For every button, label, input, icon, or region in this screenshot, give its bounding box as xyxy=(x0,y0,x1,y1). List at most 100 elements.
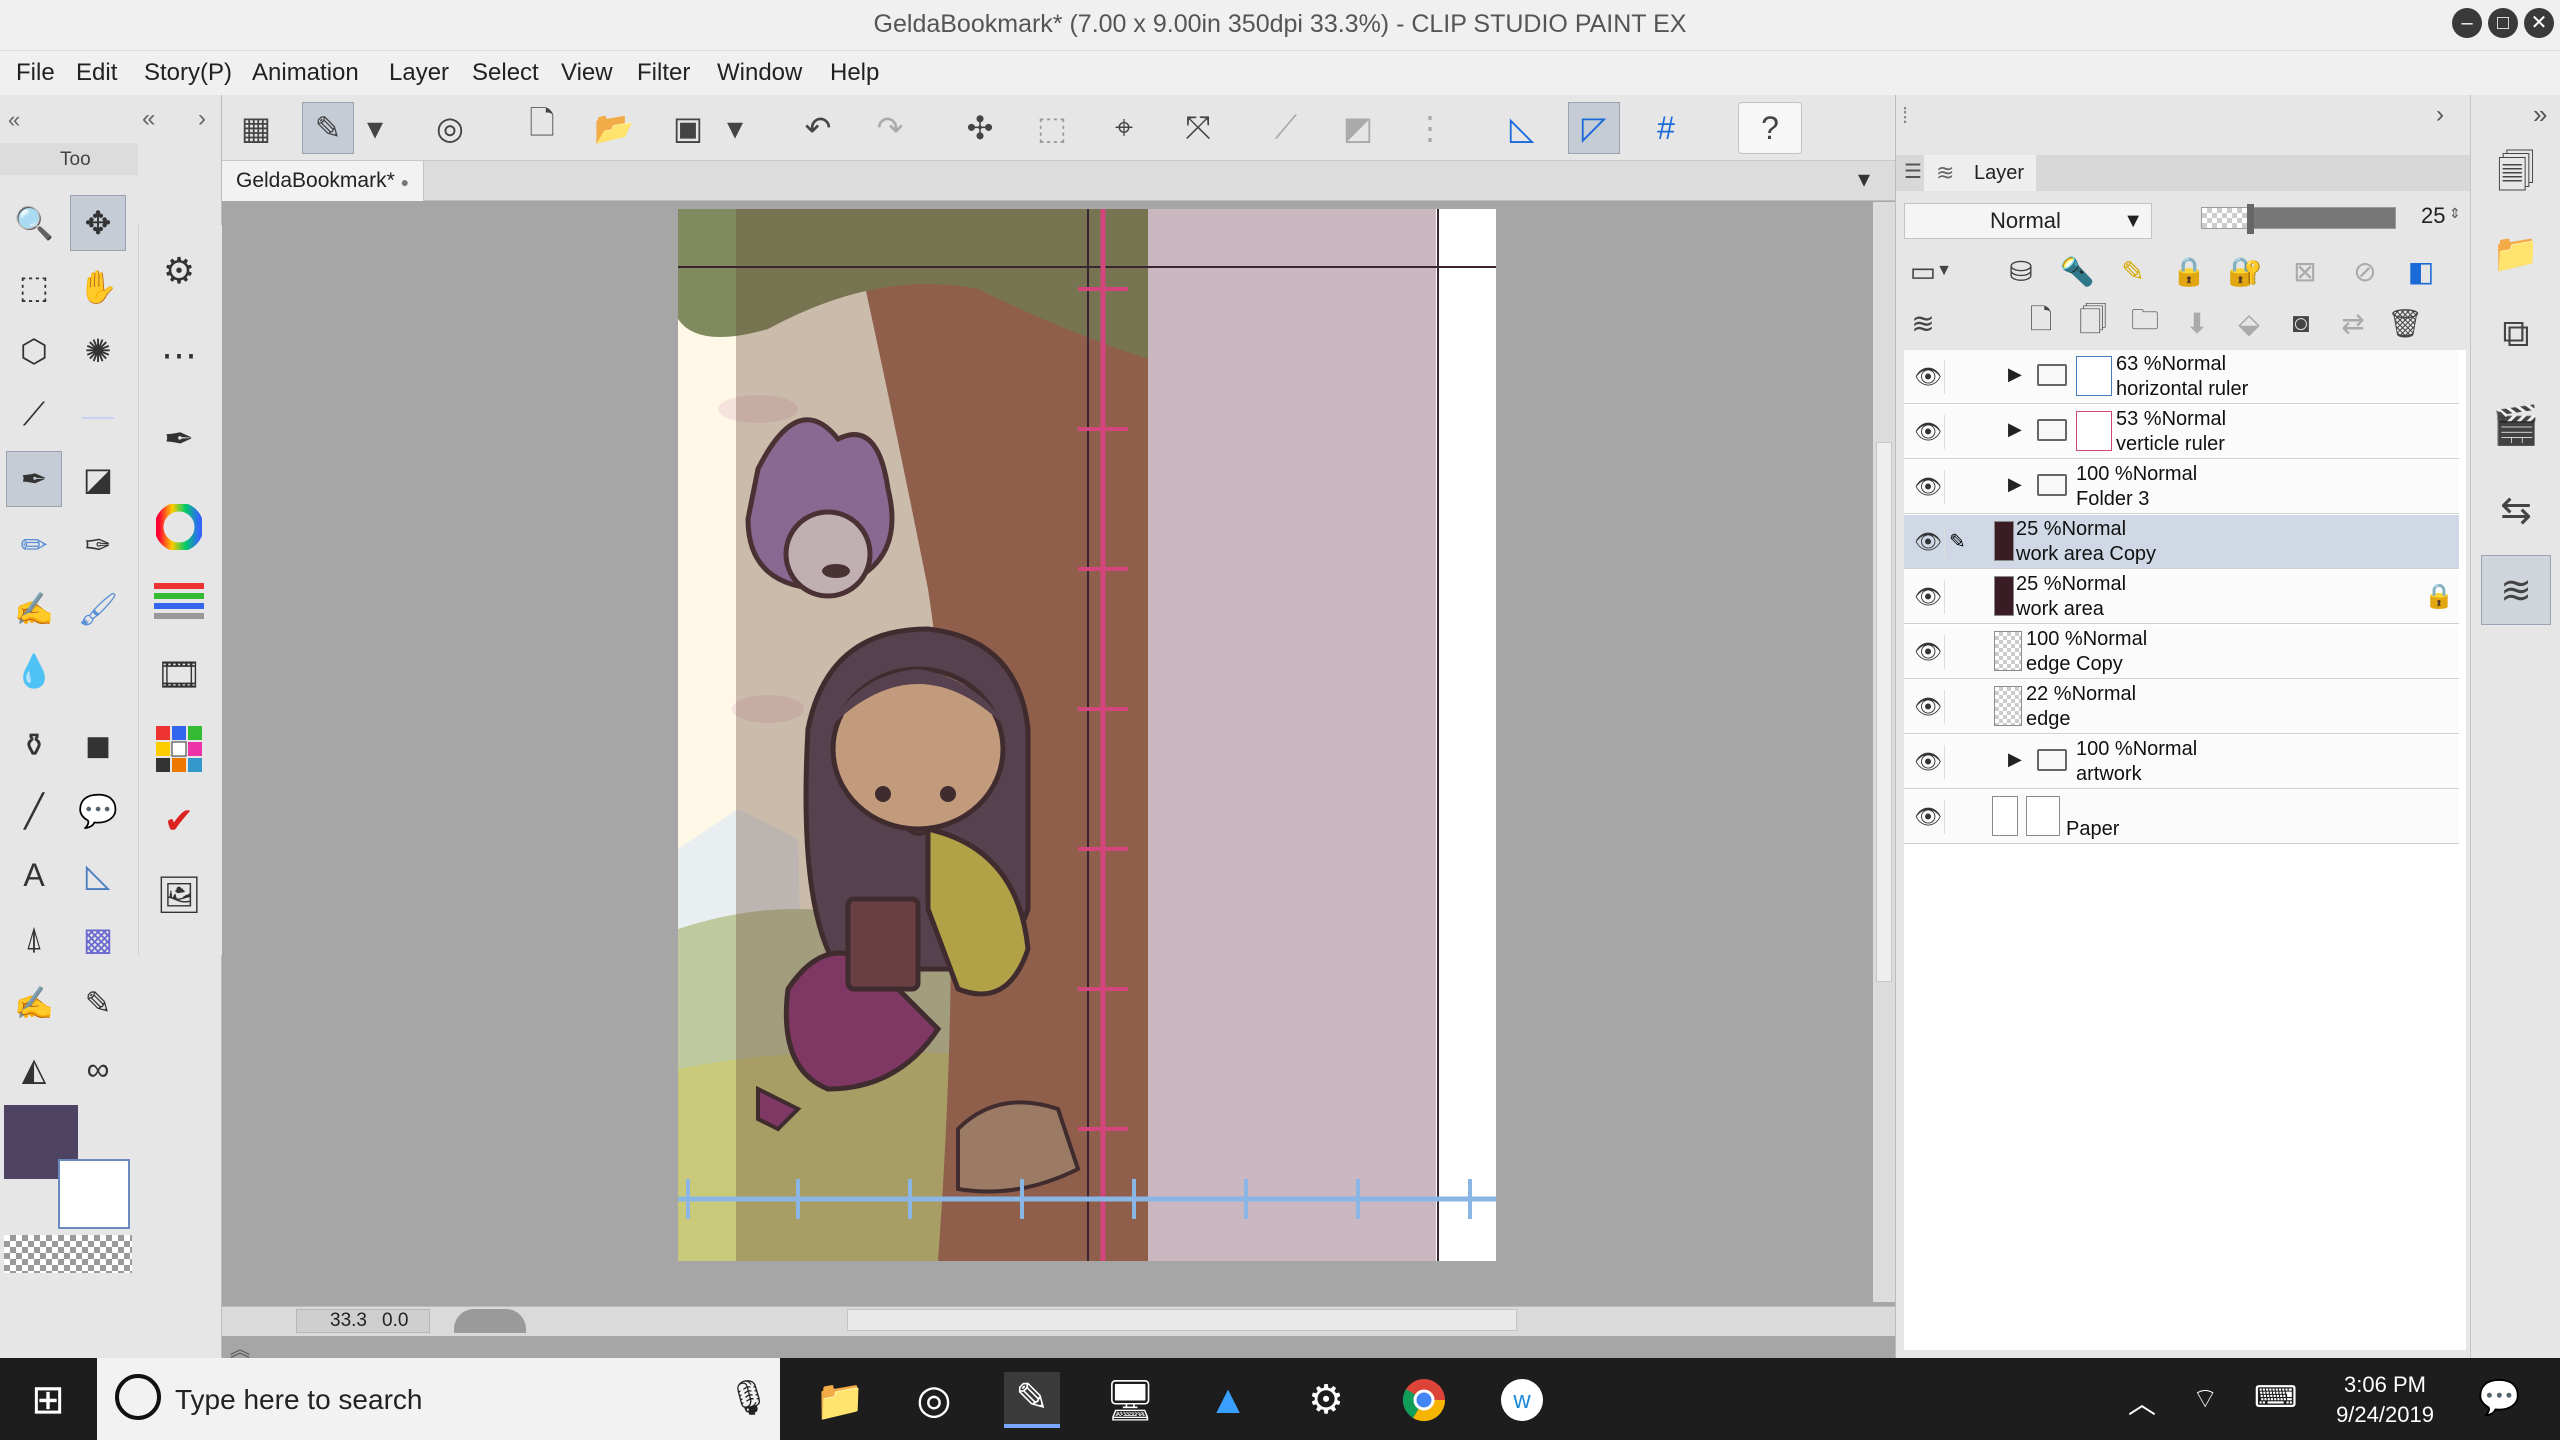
collapse-dock-icon[interactable]: » xyxy=(2533,99,2547,130)
layer-lock-cell[interactable] xyxy=(1944,415,1974,449)
operation-tool-icon[interactable]: ◭ xyxy=(6,1041,62,1097)
ruler-off-icon[interactable]: ⊘ xyxy=(2342,249,2388,293)
combine-layer-icon[interactable]: ⬙ xyxy=(2226,301,2272,345)
correct-line-tool-icon[interactable]: ✍ xyxy=(6,975,62,1031)
open-folder-icon[interactable]: 📂 xyxy=(588,102,640,154)
clip-studio-launcher-icon[interactable]: ◎ xyxy=(906,1372,962,1428)
collapse-left-icon[interactable]: « xyxy=(8,107,20,133)
brush-size-icon[interactable]: ✒ xyxy=(149,409,209,469)
vector-tool-icon[interactable]: ⍋ xyxy=(6,911,62,967)
keyboard-icon[interactable]: ⌨ xyxy=(2254,1380,2297,1415)
pen-edit-icon[interactable]: ✎ xyxy=(1944,525,1974,559)
tool-property-icon[interactable]: ⚙ xyxy=(149,241,209,301)
scale-icon[interactable]: ⤧ xyxy=(1172,102,1224,154)
grid-icon[interactable]: ⋮ xyxy=(1404,102,1456,154)
new-file-icon[interactable]: 🗋 xyxy=(516,102,568,154)
layer-lock-cell[interactable] xyxy=(1944,360,1974,394)
expand-icon[interactable]: › xyxy=(198,105,206,133)
layer-row-work-area[interactable]: 👁 25 %Normal work area 🔒 xyxy=(1904,570,2459,624)
sub-color-swatch[interactable] xyxy=(58,1159,130,1229)
expand-arrow-icon[interactable]: ▶ xyxy=(2008,474,2022,495)
menu-story[interactable]: Story(P) xyxy=(144,59,232,87)
microphone-icon[interactable]: 🎙 xyxy=(727,1378,770,1418)
save-icon[interactable]: ▣ xyxy=(662,102,714,154)
horizontal-scrollbar[interactable] xyxy=(847,1309,1517,1331)
layer-row-work-area-copy[interactable]: 👁 ✎ 25 %Normal work area Copy xyxy=(1904,515,2459,569)
decoration-tool-icon[interactable]: ✎ xyxy=(70,975,126,1031)
affinity-icon[interactable]: ▲ xyxy=(1200,1372,1256,1428)
eye-icon[interactable]: 👁 xyxy=(1914,694,1942,720)
perspective-icon[interactable]: ◩ xyxy=(1332,102,1384,154)
new-raster-layer-icon[interactable]: 🗋 xyxy=(2018,301,2064,345)
menu-view[interactable]: View xyxy=(561,59,613,87)
fill-tool-icon[interactable]: ⚱ xyxy=(6,717,62,773)
color-wheel-icon[interactable] xyxy=(149,497,209,557)
layer-row-paper[interactable]: 👁 Paper xyxy=(1904,790,2459,844)
layer-property-icon[interactable]: ⧉ xyxy=(2481,299,2551,369)
tone-tool-icon[interactable]: ▩ xyxy=(70,911,126,967)
blend-mode-select[interactable]: Normal ▼ xyxy=(1904,203,2152,239)
eraser-tool-icon[interactable]: ◪ xyxy=(70,451,126,507)
minimize-button[interactable]: – xyxy=(2452,8,2482,38)
settings-gear-icon[interactable]: ⚙ xyxy=(1298,1372,1354,1428)
action-center-icon[interactable]: 💬 xyxy=(2478,1378,2520,1418)
lock-layer-icon[interactable]: 🔒 xyxy=(2166,249,2212,293)
layer-lock-cell[interactable] xyxy=(1944,635,1974,669)
search-box[interactable]: Type here to search 🎙 xyxy=(97,1358,780,1440)
snap-ruler-icon[interactable]: ◺ xyxy=(1496,102,1548,154)
wifi-icon[interactable]: ⌔ xyxy=(2192,1382,2218,1417)
auto-actions-icon[interactable]: ⇆ xyxy=(2481,475,2551,545)
layer-tab[interactable]: ≋ Layer xyxy=(1924,155,2037,191)
collapse-subtool-icon[interactable]: « xyxy=(142,105,155,133)
opacity-slider-knob[interactable] xyxy=(2247,204,2255,234)
layer-lock-cell[interactable] xyxy=(1944,745,1974,779)
transfer-down-icon[interactable]: ⬇ xyxy=(2174,301,2220,345)
menu-file[interactable]: File xyxy=(16,59,55,87)
select-marquee-icon[interactable]: ⬚ xyxy=(1026,102,1078,154)
system-clock[interactable]: 3:06 PM 9/24/2019 xyxy=(2330,1370,2440,1430)
apply-mask-icon[interactable]: ⇄ xyxy=(2330,301,2376,345)
ruler-off-icon[interactable]: ⟋ xyxy=(1260,102,1312,154)
3d-tool-icon[interactable]: ∞ xyxy=(70,1041,126,1097)
menu-select[interactable]: Select xyxy=(472,59,539,87)
eye-icon[interactable]: 👁 xyxy=(1914,639,1942,665)
vertical-scroll-thumb[interactable] xyxy=(1876,442,1892,982)
undo-icon[interactable]: ↶ xyxy=(792,102,844,154)
chrome-icon[interactable] xyxy=(1396,1372,1452,1428)
layer-row-folder-3[interactable]: 👁 ▶ 100 %Normal Folder 3 xyxy=(1904,460,2459,514)
wacom-icon[interactable]: w xyxy=(1494,1372,1550,1428)
menu-filter[interactable]: Filter xyxy=(637,59,690,87)
line-tool-icon[interactable]: ╱ xyxy=(6,783,62,839)
timeline-icon[interactable]: 🎞 xyxy=(149,645,209,705)
panel-grip-icon[interactable]: ⁞ xyxy=(1902,103,1908,129)
color-set-icon[interactable] xyxy=(149,719,209,779)
subtool-detail-icon[interactable]: ⋯ xyxy=(149,325,209,385)
eye-icon[interactable]: 👁 xyxy=(1914,419,1942,445)
balloon-tool-icon[interactable]: 💬 xyxy=(70,783,126,839)
ruler-helper-icon[interactable]: — xyxy=(70,387,126,443)
lock-transparency-icon[interactable]: 🔐 xyxy=(2222,249,2268,293)
maximize-button[interactable]: □ xyxy=(2488,8,2518,38)
eye-icon[interactable]: 👁 xyxy=(1914,749,1942,775)
close-button[interactable]: ✕ xyxy=(2524,8,2554,38)
clip-studio-paint-icon[interactable]: ✎ xyxy=(1004,1372,1060,1428)
rotation-dial[interactable] xyxy=(454,1309,526,1333)
snap-grid-icon[interactable]: # xyxy=(1640,102,1692,154)
expand-arrow-icon[interactable]: ▶ xyxy=(2008,364,2022,385)
zoom-tool-icon[interactable]: 🔍 xyxy=(6,195,62,251)
marquee-tool-icon[interactable]: ⬚ xyxy=(6,259,62,315)
redo-icon[interactable]: ↷ xyxy=(864,102,916,154)
opacity-value[interactable]: 25 xyxy=(2421,203,2445,229)
navigator-icon[interactable]: 🖼 xyxy=(149,865,209,925)
eyedropper-tool-icon[interactable]: ⟋ xyxy=(6,387,62,443)
eye-icon[interactable]: 👁 xyxy=(1914,364,1942,390)
transparent-color-swatch[interactable] xyxy=(4,1235,132,1273)
reference-layer-icon[interactable]: 🔦 xyxy=(2054,249,2100,293)
eye-icon[interactable]: 👁 xyxy=(1914,474,1942,500)
lasso-tool-icon[interactable]: ⬡ xyxy=(6,323,62,379)
color-slider-icon[interactable] xyxy=(149,571,209,631)
new-vector-layer-icon[interactable]: 🗍 xyxy=(2070,301,2116,345)
save-menu-chevron-icon[interactable]: ▾ xyxy=(720,102,750,154)
auto-select-tool-icon[interactable]: ✺ xyxy=(70,323,126,379)
collapse-right-icon[interactable]: › xyxy=(2436,101,2444,129)
